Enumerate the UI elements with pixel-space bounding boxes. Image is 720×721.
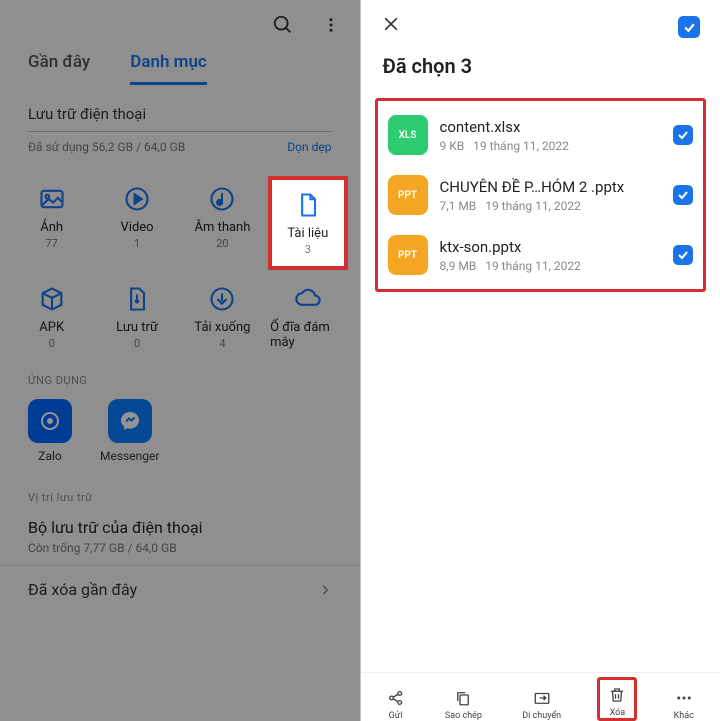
share-icon bbox=[387, 688, 405, 708]
file-meta: 9 KB 19 tháng 11, 2022 bbox=[440, 139, 662, 153]
cat-count: 4 bbox=[219, 337, 225, 350]
cat-label: APK bbox=[39, 320, 64, 335]
app-name: Zalo bbox=[38, 449, 61, 463]
file-list: XLS content.xlsx 9 KB 19 tháng 11, 2022 … bbox=[375, 98, 707, 292]
left-panel: Gần đây Danh mục Lưu trữ điện thoại Đã s… bbox=[0, 0, 360, 721]
cat-count: 77 bbox=[46, 237, 58, 250]
search-icon[interactable] bbox=[272, 14, 294, 36]
audio-icon bbox=[207, 184, 237, 214]
storage-title[interactable]: Lưu trữ điện thoại bbox=[28, 95, 332, 132]
chevron-right-icon bbox=[318, 583, 332, 597]
tab-category[interactable]: Danh mục bbox=[130, 52, 207, 85]
left-header bbox=[0, 0, 360, 44]
file-row[interactable]: PPT CHUYÊN ĐỀ P…HÓM 2 .pptx 7,1 MB 19 th… bbox=[384, 165, 698, 225]
delete-button[interactable]: Xóa bbox=[597, 677, 637, 721]
documents-icon bbox=[293, 190, 323, 220]
video-icon bbox=[122, 184, 152, 214]
select-all-checkbox[interactable] bbox=[678, 16, 700, 38]
trash-icon bbox=[608, 685, 626, 705]
right-panel: Đã chọn 3 XLS content.xlsx 9 KB 19 tháng… bbox=[361, 0, 720, 721]
ppt-icon: PPT bbox=[388, 175, 428, 215]
file-meta: 7,1 MB 19 tháng 11, 2022 bbox=[440, 199, 662, 213]
send-button[interactable]: Gửi bbox=[383, 683, 409, 721]
copy-button[interactable]: Sao chép bbox=[441, 683, 486, 721]
cat-cloud[interactable]: Ổ đĩa đám mây bbox=[268, 276, 347, 360]
cat-video[interactable]: Video 1 bbox=[97, 176, 176, 270]
right-header bbox=[361, 0, 720, 46]
cat-count: 3 bbox=[305, 243, 311, 256]
xls-icon: XLS bbox=[388, 115, 428, 155]
storage-section: Lưu trữ điện thoại Đã sử dụng 56,2 GB / … bbox=[0, 85, 360, 168]
cat-download[interactable]: Tải xuống 4 bbox=[183, 276, 262, 360]
tabs: Gần đây Danh mục bbox=[0, 44, 360, 85]
cat-label: Tải xuống bbox=[194, 320, 250, 335]
images-icon bbox=[37, 184, 67, 214]
file-meta: 8,9 MB 19 tháng 11, 2022 bbox=[440, 259, 662, 273]
tab-recent[interactable]: Gần đây bbox=[28, 52, 90, 85]
cat-count: 20 bbox=[216, 237, 228, 250]
cloud-icon bbox=[293, 284, 323, 314]
more-button[interactable]: Khác bbox=[670, 683, 698, 721]
apk-icon bbox=[37, 284, 67, 314]
recently-deleted-label: Đã xóa gần đây bbox=[28, 580, 137, 599]
bb-label: Sao chép bbox=[445, 711, 482, 721]
recently-deleted-row[interactable]: Đã xóa gần đây bbox=[0, 565, 360, 613]
file-checkbox[interactable] bbox=[673, 185, 693, 205]
close-icon[interactable] bbox=[381, 14, 401, 40]
copy-icon bbox=[454, 688, 472, 708]
cat-count: 0 bbox=[49, 337, 55, 350]
app-name: Messenger bbox=[100, 449, 159, 463]
cat-label: Lưu trữ bbox=[116, 320, 158, 335]
category-grid: Ảnh 77 Video 1 Âm thanh 20 Tài liệu 3 AP… bbox=[0, 168, 360, 364]
bb-label: Khác bbox=[674, 711, 694, 721]
cat-count: 1 bbox=[134, 237, 140, 250]
app-zalo[interactable]: Zalo bbox=[28, 399, 72, 463]
file-name: CHUYÊN ĐỀ P…HÓM 2 .pptx bbox=[440, 178, 662, 196]
cat-label: Ảnh bbox=[40, 220, 63, 235]
phone-storage-title: Bộ lưu trữ của điện thoại bbox=[28, 518, 332, 537]
archive-icon bbox=[122, 284, 152, 314]
app-messenger[interactable]: Messenger bbox=[100, 399, 159, 463]
location-heading: Vị trí lưu trữ bbox=[0, 481, 360, 508]
storage-used: Đã sử dụng 56,2 GB / 64,0 GB bbox=[28, 140, 185, 154]
cat-count: 0 bbox=[134, 337, 140, 350]
move-icon bbox=[533, 688, 551, 708]
messenger-icon bbox=[108, 399, 152, 443]
download-icon bbox=[207, 284, 237, 314]
file-row[interactable]: PPT ktx-son.pptx 8,9 MB 19 tháng 11, 202… bbox=[384, 225, 698, 285]
more-vert-icon[interactable] bbox=[322, 14, 340, 36]
file-name: ktx-son.pptx bbox=[440, 238, 662, 256]
bb-label: Xóa bbox=[610, 708, 626, 718]
file-row[interactable]: XLS content.xlsx 9 KB 19 tháng 11, 2022 bbox=[384, 105, 698, 165]
cat-label: Âm thanh bbox=[194, 220, 250, 235]
apps-heading: ỨNG DỤNG bbox=[0, 364, 360, 391]
zalo-icon bbox=[28, 399, 72, 443]
cat-apk[interactable]: APK 0 bbox=[12, 276, 91, 360]
cat-archive[interactable]: Lưu trữ 0 bbox=[97, 276, 176, 360]
file-checkbox[interactable] bbox=[673, 125, 693, 145]
cat-label: Tài liệu bbox=[287, 226, 328, 241]
cat-label: Video bbox=[121, 220, 154, 235]
more-horiz-icon bbox=[675, 688, 693, 708]
phone-storage-row[interactable]: Bộ lưu trữ của điện thoại Còn trống 7,77… bbox=[0, 508, 360, 565]
cat-documents[interactable]: Tài liệu 3 bbox=[268, 176, 347, 270]
cat-audio[interactable]: Âm thanh 20 bbox=[183, 176, 262, 270]
file-checkbox[interactable] bbox=[673, 245, 693, 265]
cat-label: Ổ đĩa đám mây bbox=[270, 320, 345, 350]
ppt-icon: PPT bbox=[388, 235, 428, 275]
cleanup-link[interactable]: Dọn dẹp bbox=[287, 140, 331, 154]
bb-label: Gửi bbox=[389, 711, 403, 721]
apps-row: Zalo Messenger bbox=[0, 391, 360, 481]
move-button[interactable]: Di chuyển bbox=[518, 683, 565, 721]
bottom-bar: Gửi Sao chép Di chuyển Xóa Khác bbox=[361, 672, 720, 721]
phone-storage-sub: Còn trống 7,77 GB / 64,0 GB bbox=[28, 541, 332, 555]
spacer bbox=[361, 292, 720, 672]
cat-images[interactable]: Ảnh 77 bbox=[12, 176, 91, 270]
bb-label: Di chuyển bbox=[522, 711, 561, 721]
file-name: content.xlsx bbox=[440, 118, 662, 136]
selected-title: Đã chọn 3 bbox=[361, 46, 720, 92]
